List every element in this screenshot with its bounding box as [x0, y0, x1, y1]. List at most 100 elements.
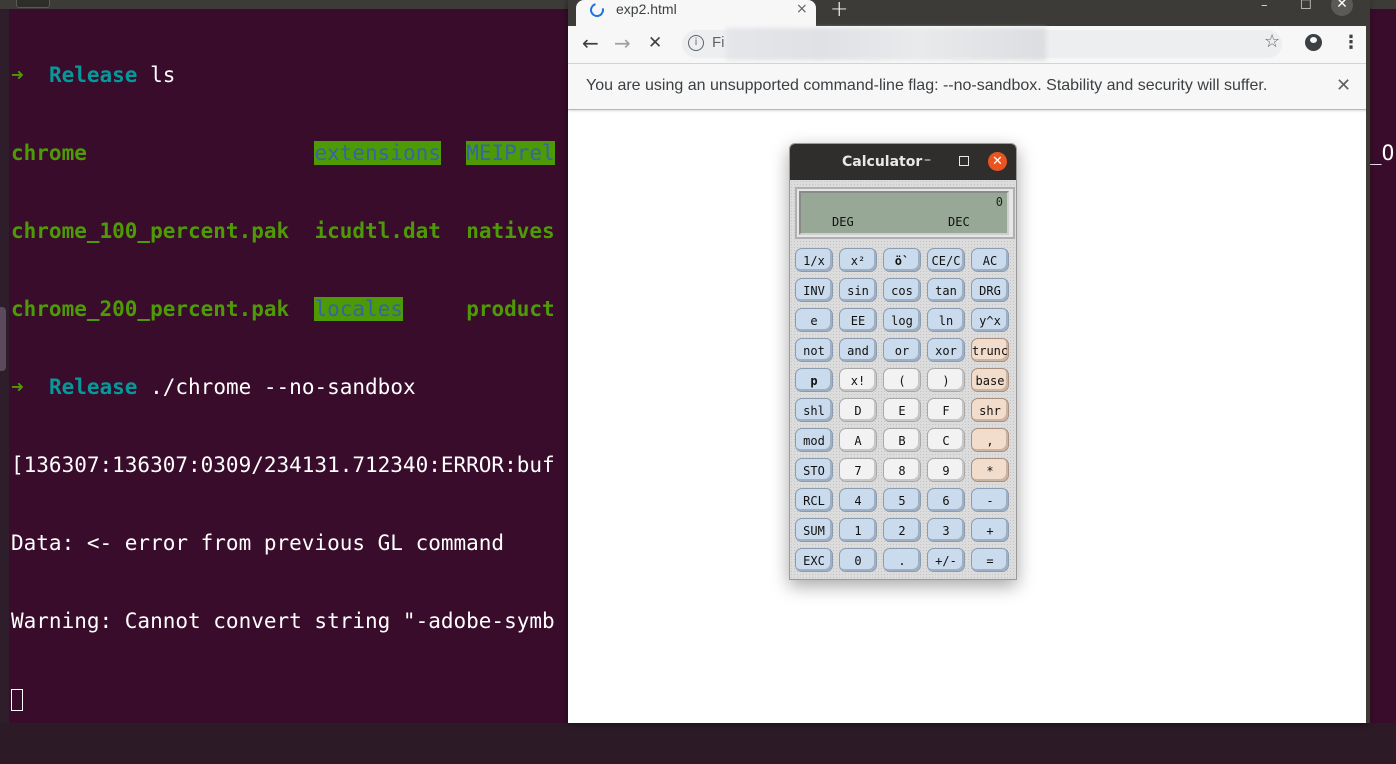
calculator-window[interactable]: Calculator – ✕ 0 DEG DEC 1/x x² ö` CE/C AC IN…	[789, 143, 1017, 580]
calc-key[interactable]: cos	[883, 278, 921, 302]
minimize-button[interactable]: –	[1261, 0, 1268, 13]
calc-key[interactable]: 9	[927, 458, 965, 482]
terminal-line-listing: chrome_200_percent.pak locales product	[11, 296, 555, 322]
calc-key[interactable]: F	[927, 398, 965, 422]
forward-button[interactable]: →	[614, 33, 631, 53]
terminal-tab[interactable]	[16, 0, 50, 8]
calc-key[interactable]: x²	[839, 248, 877, 272]
infobar-close-button[interactable]: ✕	[1336, 75, 1351, 96]
calc-key[interactable]: DRG	[971, 278, 1009, 302]
calc-key[interactable]: 6	[927, 488, 965, 512]
calc-key[interactable]: (	[883, 368, 921, 392]
calc-key[interactable]: 7	[839, 458, 877, 482]
calc-key[interactable]: mod	[795, 428, 833, 452]
terminal-line-prompt: ➜ Release ./chrome --no-sandbox	[11, 374, 555, 400]
calculator-minimize-button[interactable]: –	[924, 152, 931, 168]
calc-key[interactable]: 4	[839, 488, 877, 512]
calc-key[interactable]: p	[795, 368, 833, 392]
maximize-button[interactable]: ☐	[1300, 0, 1312, 13]
back-button[interactable]: ←	[582, 33, 599, 53]
calc-key[interactable]: trunc	[971, 338, 1009, 362]
calc-key[interactable]: +/-	[927, 548, 965, 572]
calc-key[interactable]: base	[971, 368, 1009, 392]
calc-key[interactable]: tan	[927, 278, 965, 302]
calculator-titlebar[interactable]: Calculator – ✕	[790, 144, 1016, 180]
calc-key[interactable]: +	[971, 518, 1009, 542]
tab-close-button[interactable]: ×	[796, 1, 808, 17]
calc-key[interactable]: 0	[839, 548, 877, 572]
bookmark-star-icon[interactable]: ☆	[1264, 31, 1280, 52]
terminal-overflow-text: _OP	[1369, 141, 1396, 165]
calc-key[interactable]: SUM	[795, 518, 833, 542]
tab-strip: exp2.html × + – ☐ ✕	[568, 0, 1368, 26]
calc-key[interactable]: CE/C	[927, 248, 965, 272]
calc-key[interactable]: B	[883, 428, 921, 452]
calc-key[interactable]: RCL	[795, 488, 833, 512]
calculator-close-button[interactable]: ✕	[988, 152, 1007, 171]
stop-button[interactable]: ✕	[648, 33, 662, 53]
dir-entry: MEIPrel	[466, 141, 555, 165]
calc-key[interactable]: 1/x	[795, 248, 833, 272]
info-icon[interactable]: i	[688, 35, 704, 51]
calc-key[interactable]: 2	[883, 518, 921, 542]
file-entry: icudtl.dat	[314, 219, 441, 243]
calculator-title: Calculator	[842, 154, 923, 170]
terminal-line-prompt: ➜ Release ls	[11, 62, 555, 88]
calc-key[interactable]: -	[971, 488, 1009, 512]
file-entry: chrome	[11, 141, 290, 165]
calc-key[interactable]: 3	[927, 518, 965, 542]
calc-key[interactable]: =	[971, 548, 1009, 572]
calc-key[interactable]: 1	[839, 518, 877, 542]
terminal-line-error: [136307:136307:0309/234131.712340:ERROR:…	[11, 453, 555, 477]
calc-key[interactable]: STO	[795, 458, 833, 482]
calc-key[interactable]: INV	[795, 278, 833, 302]
base-mode-indicator: DEC	[948, 215, 970, 229]
terminal-scrollbar[interactable]	[0, 307, 6, 371]
prompt-arrow-icon: ➜	[11, 63, 24, 87]
calc-key[interactable]: C	[927, 428, 965, 452]
dir-entry: extensions	[314, 141, 441, 165]
calc-key[interactable]: x!	[839, 368, 877, 392]
window-close-button[interactable]: ✕	[1331, 0, 1353, 16]
calc-key[interactable]: log	[883, 308, 921, 332]
calc-key[interactable]: shr	[971, 398, 1009, 422]
calc-key[interactable]: )	[927, 368, 965, 392]
calc-key[interactable]: not	[795, 338, 833, 362]
profile-icon[interactable]	[1305, 34, 1322, 51]
calc-key[interactable]: and	[839, 338, 877, 362]
calc-key[interactable]: D	[839, 398, 877, 422]
calc-key[interactable]: sin	[839, 278, 877, 302]
terminal-input-line[interactable]	[11, 686, 555, 712]
calc-key[interactable]: xor	[927, 338, 965, 362]
browser-toolbar: ← → ✕ i Fi ☆ ⋮	[568, 26, 1368, 64]
file-entry: product	[466, 297, 555, 321]
calc-key[interactable]: ,	[971, 428, 1009, 452]
calculator-maximize-button[interactable]	[959, 156, 969, 166]
calc-key[interactable]: *	[971, 458, 1009, 482]
menu-icon[interactable]: ⋮	[1342, 32, 1360, 53]
infobar-message: You are using an unsupported command-lin…	[586, 77, 1268, 94]
calc-key[interactable]: EXC	[795, 548, 833, 572]
new-tab-button[interactable]: +	[830, 0, 848, 22]
calc-key[interactable]: ln	[927, 308, 965, 332]
address-bar[interactable]: i Fi	[682, 28, 1282, 60]
calc-key[interactable]: e	[795, 308, 833, 332]
address-text: Fi	[712, 34, 725, 51]
prompt-command: ls	[137, 63, 176, 87]
calc-key[interactable]: E	[883, 398, 921, 422]
calc-key[interactable]: shl	[795, 398, 833, 422]
prompt-directory: Release	[48, 63, 138, 87]
calc-key[interactable]: 5	[883, 488, 921, 512]
file-entry: natives	[466, 219, 555, 243]
prompt-arrow-icon: ➜	[11, 375, 24, 399]
calc-key[interactable]: AC	[971, 248, 1009, 272]
calc-key[interactable]: .	[883, 548, 921, 572]
calc-key[interactable]: ö`	[883, 248, 921, 272]
calc-key[interactable]: A	[839, 428, 877, 452]
terminal-cursor	[11, 689, 23, 711]
calc-key[interactable]: 8	[883, 458, 921, 482]
calc-key[interactable]: EE	[839, 308, 877, 332]
tab-exp2[interactable]: exp2.html ×	[576, 0, 816, 26]
calc-key[interactable]: or	[883, 338, 921, 362]
calc-key[interactable]: y^x	[971, 308, 1009, 332]
